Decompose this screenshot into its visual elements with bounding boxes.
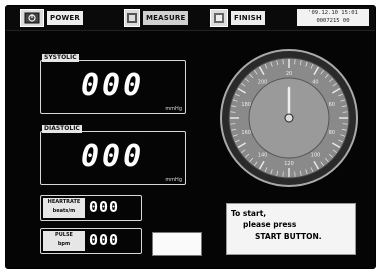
start-message: To start, please press START BUTTON. xyxy=(226,203,356,255)
systolic-box: 000 mmHg xyxy=(40,60,186,114)
pulse-value: 000 xyxy=(89,231,120,249)
datetime-line1: '09.12.10 15:01 xyxy=(308,10,358,16)
measure-icon xyxy=(124,9,140,27)
datetime-display: '09.12.10 15:01 0007215 00 xyxy=(297,9,369,26)
message-line1: To start, xyxy=(231,209,267,218)
finish-button[interactable]: FINISH xyxy=(210,9,265,27)
diastolic-box: 000 mmHg xyxy=(40,131,186,185)
diastolic-unit: mmHg xyxy=(165,177,182,183)
gauge-tick-label: 140 xyxy=(258,152,268,158)
heartrate-label: HEARTRATE beats/m xyxy=(43,198,85,218)
gauge-tick-label: 180 xyxy=(241,102,251,108)
systolic-label: SYSTOLIC xyxy=(42,54,79,62)
heartrate-label-line1: HEARTRATE xyxy=(47,199,81,205)
monitor-panel: POWER MEASURE FINISH '09.12.10 15:01 000… xyxy=(5,5,376,269)
pulse-label-line2: bpm xyxy=(57,241,71,247)
measure-button[interactable]: MEASURE xyxy=(124,9,189,27)
gauge-tick-label: 200 xyxy=(258,80,268,86)
gauge-tick-label: 60 xyxy=(329,102,335,108)
gauge-tick-label: 100 xyxy=(311,152,321,158)
power-icon xyxy=(20,9,44,27)
gauge-tick-label: 160 xyxy=(241,130,251,136)
power-button[interactable]: POWER xyxy=(20,9,83,27)
message-line2: please press xyxy=(243,220,297,229)
heartrate-box: HEARTRATE beats/m 000 xyxy=(40,195,142,221)
gauge-tick-label: 20 xyxy=(286,71,292,77)
pulse-label: PULSE bpm xyxy=(43,231,85,251)
gauge-tick-label: 120 xyxy=(284,161,294,167)
pulse-box: PULSE bpm 000 xyxy=(40,228,142,254)
gauge-hub xyxy=(284,113,294,123)
finish-icon xyxy=(210,9,228,27)
systolic-unit: mmHg xyxy=(165,106,182,112)
gauge-tick-label: 80 xyxy=(329,130,335,136)
datetime-line2: 0007215 00 xyxy=(316,18,350,24)
blank-display xyxy=(152,232,202,256)
measure-label: MEASURE xyxy=(143,11,189,25)
toolbar: POWER MEASURE FINISH '09.12.10 15:01 000… xyxy=(6,6,375,31)
heartrate-label-line2: beats/m xyxy=(52,208,76,214)
finish-label: FINISH xyxy=(231,11,265,25)
heartrate-value: 000 xyxy=(89,198,120,216)
gauge-tick-label: 40 xyxy=(312,80,318,86)
pressure-gauge: 20 40 60 80 100 120 140 160 180 200 xyxy=(220,49,358,187)
diastolic-label: DIASTOLIC xyxy=(42,125,82,133)
systolic-value: 000 xyxy=(81,68,145,103)
diastolic-value: 000 xyxy=(81,139,145,174)
pulse-label-line1: PULSE xyxy=(55,232,73,238)
message-line3: START BUTTON. xyxy=(255,232,322,241)
power-label: POWER xyxy=(47,11,83,25)
